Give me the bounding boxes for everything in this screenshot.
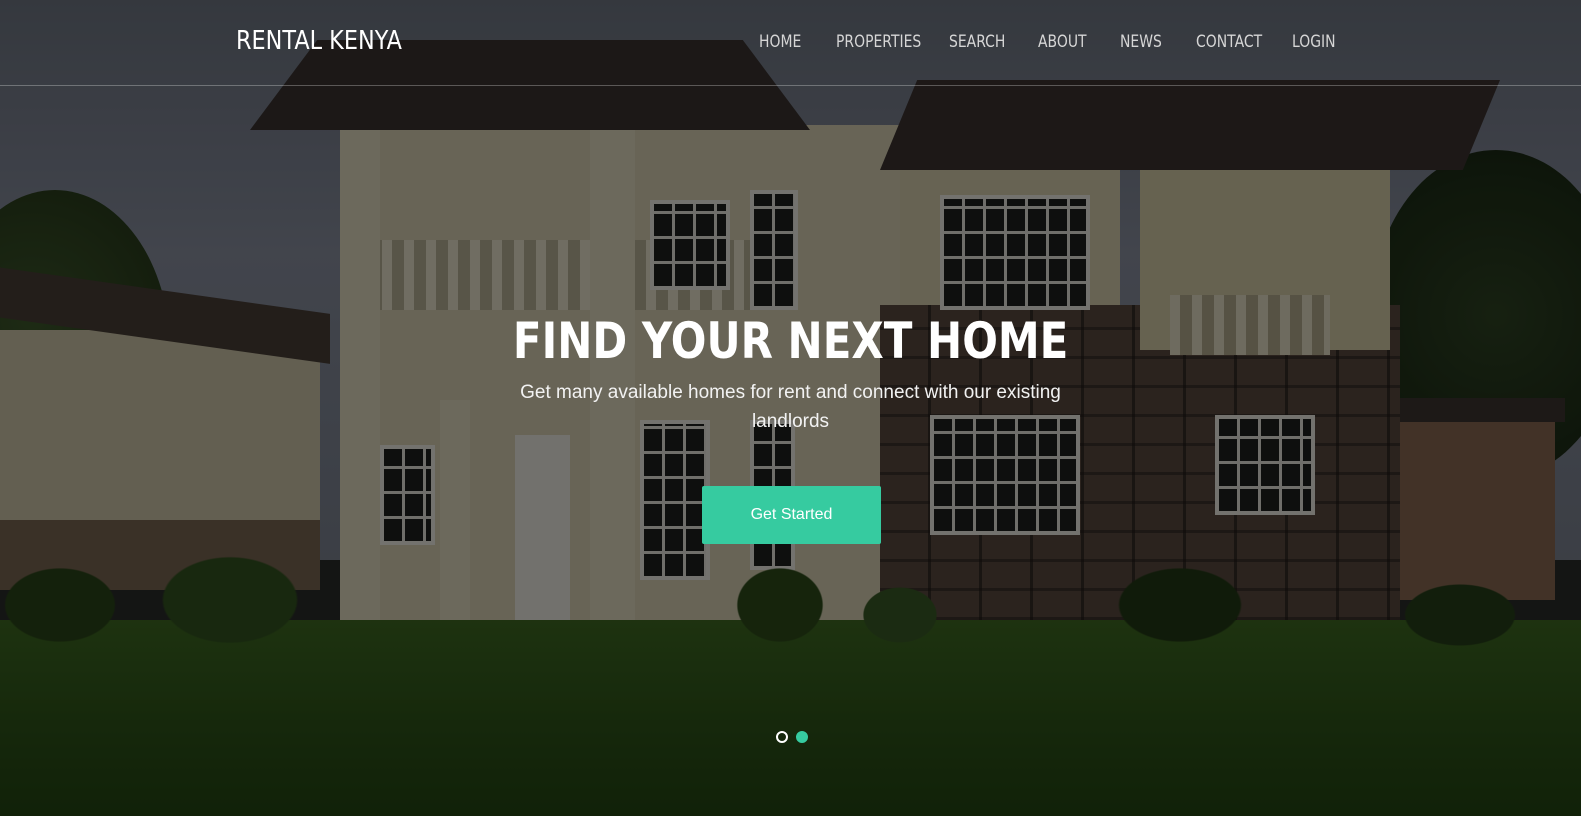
main-nav: HOME PROPERTIES SEARCH ABOUT NEWS CONTAC… xyxy=(0,32,1581,56)
nav-item-properties[interactable]: PROPERTIES xyxy=(836,32,921,52)
nav-item-search[interactable]: SEARCH xyxy=(949,32,1005,52)
nav-item-contact[interactable]: CONTACT xyxy=(1196,32,1262,52)
hero-title-text: FIND YOUR NEXT HOME xyxy=(512,312,1069,370)
hero-title: FIND YOUR NEXT HOME xyxy=(0,312,1581,370)
hero-section: RENTAL KENYA HOME PROPERTIES SEARCH ABOU… xyxy=(0,0,1581,816)
slider-dot-2-active[interactable] xyxy=(796,731,808,743)
get-started-button[interactable]: Get Started xyxy=(702,486,881,544)
nav-item-news[interactable]: NEWS xyxy=(1120,32,1162,52)
nav-item-login[interactable]: LOGIN xyxy=(1292,32,1336,52)
hero-subtitle: Get many available homes for rent and co… xyxy=(520,382,1061,432)
nav-item-home[interactable]: HOME xyxy=(759,32,801,52)
nav-item-about[interactable]: ABOUT xyxy=(1038,32,1087,52)
slider-dot-1[interactable] xyxy=(776,731,788,743)
top-navbar: RENTAL KENYA HOME PROPERTIES SEARCH ABOU… xyxy=(0,0,1581,86)
